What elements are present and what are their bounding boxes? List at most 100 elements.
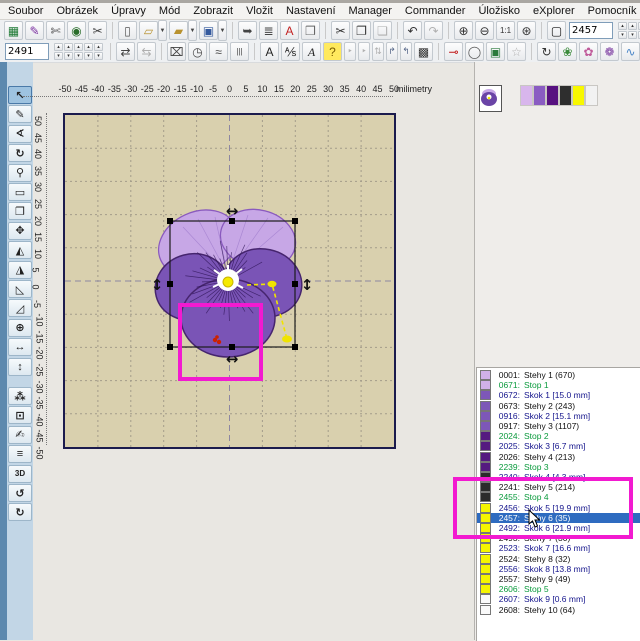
- resize-arrow-right[interactable]: ↕: [301, 276, 314, 294]
- palette-swatch-5[interactable]: [572, 85, 585, 106]
- curve-icon[interactable]: ∿: [621, 42, 640, 61]
- stitch-row-0671[interactable]: 0671: Stop 1: [477, 380, 640, 391]
- rotate-right-tool[interactable]: ◿: [8, 299, 32, 318]
- mini-spinner-icon[interactable]: ⇅: [372, 42, 384, 61]
- knife-wand-icon[interactable]: ✄: [46, 21, 65, 40]
- node-back-icon[interactable]: ↰: [400, 42, 412, 61]
- export-icon[interactable]: ➥: [238, 21, 257, 40]
- stitch-count-spinners-up-3[interactable]: ▴: [74, 43, 83, 51]
- menu-item-obr-zek[interactable]: Obrázek: [56, 5, 98, 17]
- monogram-tool-icon[interactable]: ⅍: [281, 42, 300, 61]
- pdf-icon[interactable]: A: [280, 21, 299, 40]
- center-tool[interactable]: ⊕: [8, 318, 32, 337]
- stitch-position-spinners-down-1[interactable]: ▾: [618, 31, 627, 39]
- next-arrow-icon[interactable]: ‣: [358, 42, 370, 61]
- menu-item--pravy[interactable]: Úpravy: [111, 5, 146, 17]
- print-icon[interactable]: ≣: [259, 21, 278, 40]
- menu-item-explorer[interactable]: eXplorer: [533, 5, 575, 17]
- menu-item-zobrazit[interactable]: Zobrazit: [193, 5, 233, 17]
- redo-icon[interactable]: ↷: [424, 21, 443, 40]
- zoom-in-icon[interactable]: ⊕: [454, 21, 473, 40]
- font-tool-icon[interactable]: A: [302, 42, 321, 61]
- hoop-icon[interactable]: ▢: [547, 21, 566, 40]
- hand-edit-tool[interactable]: ✍: [8, 425, 32, 444]
- pattern-fill-icon[interactable]: ▩: [414, 42, 433, 61]
- stitch-row-2608[interactable]: 2608: Stehy 10 (64): [477, 604, 640, 615]
- stitch-row-2524[interactable]: 2524: Stehy 8 (32): [477, 553, 640, 564]
- menu-item-pomocn-k[interactable]: Pomocník: [588, 5, 637, 17]
- camera-flag-icon[interactable]: ◉: [67, 21, 86, 40]
- palette-swatch-3[interactable]: [546, 85, 559, 106]
- paste-icon[interactable]: ❏: [373, 21, 392, 40]
- editor-window-icon[interactable]: ▦: [4, 21, 23, 40]
- resize-arrow-top[interactable]: ↔: [226, 202, 239, 220]
- save-file-icon[interactable]: ▣: [199, 21, 218, 40]
- menu-item--lo-isko[interactable]: Úložisko: [478, 5, 520, 17]
- lasso-icon[interactable]: ◯: [465, 42, 484, 61]
- menu-item-commander[interactable]: Commander: [405, 5, 466, 17]
- stitch-count-spinners-down-2[interactable]: ▾: [64, 52, 73, 60]
- stitch-position-field[interactable]: [569, 22, 613, 39]
- flower-green-icon[interactable]: ❀: [558, 42, 577, 61]
- stitch-row-2026[interactable]: 2026: Stehy 4 (213): [477, 451, 640, 462]
- design-thumbnail[interactable]: [479, 85, 502, 112]
- refresh-icon[interactable]: ↻: [537, 42, 556, 61]
- stitch-count-spinners-up-4[interactable]: ▴: [84, 43, 93, 51]
- stitch-position-spinners-down-2[interactable]: ▾: [628, 31, 637, 39]
- reorder-colors-icon[interactable]: ⇄: [116, 42, 135, 61]
- flower-purple-icon[interactable]: ❁: [600, 42, 619, 61]
- parameters-tool[interactable]: ≡: [8, 445, 32, 464]
- save-selection-icon[interactable]: ▣: [486, 42, 505, 61]
- help-icon[interactable]: ?: [323, 42, 342, 61]
- favorites-star-icon[interactable]: ☆: [507, 42, 526, 61]
- menu-item-nastaven-[interactable]: Nastavení: [286, 5, 336, 17]
- stitch-count-spinners-down-5[interactable]: ▾: [94, 52, 103, 60]
- center-horizontal-tool[interactable]: ↔: [8, 338, 32, 357]
- density-icon[interactable]: |||: [230, 42, 249, 61]
- fit-window-tool[interactable]: ⊡: [8, 406, 32, 425]
- menu-item-soubor[interactable]: Soubor: [8, 5, 43, 17]
- measure-icon[interactable]: ≈: [209, 42, 228, 61]
- palette-swatch-6[interactable]: [585, 85, 598, 106]
- stitch-count-field[interactable]: [5, 43, 49, 60]
- redraw-slow-tool[interactable]: ↻: [8, 503, 32, 522]
- menu-item-manager[interactable]: Manager: [349, 5, 392, 17]
- rotate-left-tool[interactable]: ◺: [8, 280, 32, 298]
- select-tool[interactable]: ↖: [8, 86, 32, 104]
- design-canvas[interactable]: ↔ ↔ ↕ ↕: [63, 113, 396, 449]
- stitch-count-spinners-up-2[interactable]: ▴: [64, 43, 73, 51]
- stitch-row-2024[interactable]: 2024: Stop 2: [477, 431, 640, 442]
- rect-select-tool[interactable]: ▭: [8, 183, 32, 201]
- redraw-tool[interactable]: ↺: [8, 484, 32, 502]
- cut-icon[interactable]: ✂: [331, 21, 350, 40]
- mirror-horizontal-tool[interactable]: ◭: [8, 241, 32, 260]
- stitch-row-0672[interactable]: 0672: Skok 1 [15.0 mm]: [477, 390, 640, 401]
- stitch-position-spinners-up-1[interactable]: ▴: [618, 22, 627, 30]
- stitch-count-spinners-up-5[interactable]: ▴: [94, 43, 103, 51]
- trash-icon[interactable]: ⌧: [167, 42, 186, 61]
- stitch-row-0917[interactable]: 0917: Stehy 3 (1107): [477, 421, 640, 432]
- sequence-tool[interactable]: ⁂: [8, 387, 32, 405]
- stitch-row-2557[interactable]: 2557: Stehy 9 (49): [477, 574, 640, 585]
- stitch-count-spinners-down-3[interactable]: ▾: [74, 52, 83, 60]
- new-file-icon[interactable]: ▯: [118, 21, 137, 40]
- reorder-colors-alt-icon[interactable]: ⇆: [137, 42, 156, 61]
- menu-item-vlo-it[interactable]: Vložit: [246, 5, 273, 17]
- text-tool-icon[interactable]: A: [260, 42, 279, 61]
- stitch-count-spinners-down-1[interactable]: ▾: [54, 52, 63, 60]
- mirror-vertical-tool[interactable]: ◮: [8, 260, 32, 279]
- stitch-row-2523[interactable]: 2523: Skok 7 [16.6 mm]: [477, 543, 640, 554]
- palette-swatch-2[interactable]: [533, 85, 546, 106]
- save-file-icon-dropdown[interactable]: ▼: [218, 20, 227, 41]
- stitch-row-2556[interactable]: 2556: Skok 8 [13.8 mm]: [477, 563, 640, 574]
- zoom-fit-icon[interactable]: ⊛: [517, 21, 536, 40]
- palette-swatch-1[interactable]: [520, 85, 533, 106]
- zoom-tool[interactable]: ⚲: [8, 163, 32, 182]
- stitch-count-spinners-up-1[interactable]: ▴: [54, 43, 63, 51]
- stitch-row-0673[interactable]: 0673: Stehy 2 (243): [477, 400, 640, 411]
- move-tool[interactable]: ✥: [8, 221, 32, 240]
- stitch-row-0916[interactable]: 0916: Skok 2 [15.1 mm]: [477, 410, 640, 421]
- zoom-1-1-icon[interactable]: 1:1: [496, 21, 515, 40]
- import-file-icon[interactable]: ▰: [169, 21, 188, 40]
- stitch-row-2025[interactable]: 2025: Skok 3 [6.7 mm]: [477, 441, 640, 452]
